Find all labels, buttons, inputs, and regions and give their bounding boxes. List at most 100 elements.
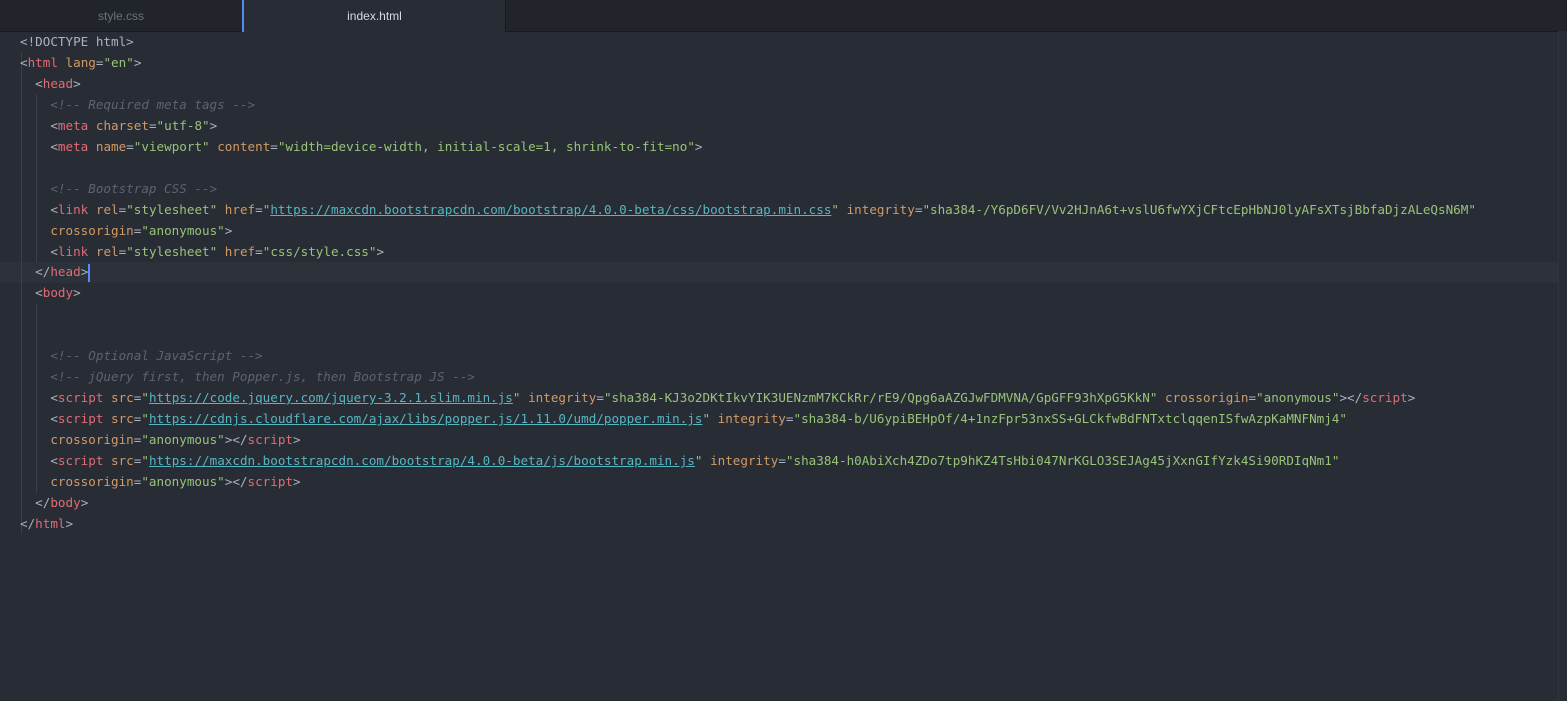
punctuation: > [1408, 390, 1416, 405]
attribute-value: " [831, 202, 839, 217]
punctuation: > [376, 244, 384, 259]
punctuation [88, 244, 96, 259]
attribute-name: href [225, 202, 255, 217]
punctuation [217, 202, 225, 217]
code-line[interactable]: <!-- jQuery first, then Popper.js, then … [20, 366, 475, 387]
punctuation [710, 411, 718, 426]
punctuation: > [66, 516, 74, 531]
vertical-scrollbar[interactable] [1558, 31, 1567, 701]
punctuation [103, 411, 111, 426]
attribute-value: "anonymous" [1256, 390, 1339, 405]
code-line[interactable]: <link rel="stylesheet" href="css/style.c… [20, 241, 384, 262]
tag-name: meta [58, 118, 88, 133]
code-line[interactable]: crossorigin="anonymous"></script> [20, 429, 301, 450]
url-link[interactable]: https://maxcdn.bootstrapcdn.com/bootstra… [149, 453, 695, 468]
tag-name: script [58, 390, 104, 405]
punctuation [88, 118, 96, 133]
tab-index-html[interactable]: index.html [242, 0, 506, 32]
punctuation [702, 453, 710, 468]
code-line[interactable]: crossorigin="anonymous"></script> [20, 471, 301, 492]
code-line[interactable]: <html lang="en"> [20, 52, 141, 73]
comment: <!-- Optional JavaScript --> [20, 348, 263, 363]
attribute-name: name [96, 139, 126, 154]
attribute-name: integrity [847, 202, 915, 217]
text-cursor [88, 264, 90, 282]
attribute-value: "anonymous" [141, 432, 224, 447]
punctuation: < [20, 55, 28, 70]
code-line[interactable]: <!-- Optional JavaScript --> [20, 345, 263, 366]
code-line[interactable]: <meta charset="utf-8"> [20, 115, 217, 136]
attribute-name: crossorigin [50, 432, 133, 447]
code-editor[interactable]: <!DOCTYPE html><html lang="en"> <head> <… [0, 31, 1567, 701]
punctuation [217, 244, 225, 259]
url-link[interactable]: https://maxcdn.bootstrapcdn.com/bootstra… [270, 202, 831, 217]
attribute-name: href [225, 244, 255, 259]
attribute-name: integrity [710, 453, 778, 468]
url-link[interactable]: https://code.jquery.com/jquery-3.2.1.sli… [149, 390, 513, 405]
punctuation: > [81, 495, 89, 510]
punctuation: < [20, 244, 58, 259]
punctuation: = [1248, 390, 1256, 405]
tab-bar: style.css index.html [0, 0, 1567, 32]
tag-name: head [43, 76, 73, 91]
tag-name: html [35, 516, 65, 531]
code-line[interactable]: </head> [20, 261, 90, 282]
punctuation [58, 55, 66, 70]
tag-name: body [50, 495, 80, 510]
code-line[interactable]: <meta name="viewport" content="width=dev… [20, 136, 703, 157]
code-line[interactable]: </body> [20, 492, 88, 513]
code-line[interactable]: <link rel="stylesheet" href="https://max… [20, 199, 1476, 220]
punctuation: > [210, 118, 218, 133]
tag-name: body [43, 285, 73, 300]
comment: <!-- jQuery first, then Popper.js, then … [20, 369, 475, 384]
attribute-name: src [111, 453, 134, 468]
punctuation [20, 432, 50, 447]
punctuation: > [293, 474, 301, 489]
punctuation: </ [20, 495, 50, 510]
code-line[interactable]: <!DOCTYPE html> [20, 31, 134, 52]
attribute-value: "width=device-width, initial-scale=1, sh… [278, 139, 695, 154]
punctuation: < [20, 202, 58, 217]
attribute-value: "en" [103, 55, 133, 70]
punctuation: > [695, 139, 703, 154]
code-line[interactable]: <!-- Required meta tags --> [20, 94, 255, 115]
attribute-value: "sha384-b/U6ypiBEHpOf/4+1nzFpr53nxSS+GLC… [793, 411, 1347, 426]
attribute-name: integrity [528, 390, 596, 405]
attribute-name: lang [66, 55, 96, 70]
tag-name: script [248, 432, 294, 447]
punctuation [20, 223, 50, 238]
attribute-value: "css/style.css" [263, 244, 377, 259]
code-line[interactable]: <script src="https://cdnjs.cloudflare.co… [20, 408, 1347, 429]
punctuation: < [20, 139, 58, 154]
attribute-value: " [702, 411, 710, 426]
code-line[interactable]: crossorigin="anonymous"> [20, 220, 232, 241]
punctuation: < [20, 453, 58, 468]
code-line[interactable]: <!-- Bootstrap CSS --> [20, 178, 217, 199]
code-line[interactable]: <script src="https://maxcdn.bootstrapcdn… [20, 450, 1339, 471]
code-line[interactable]: </html> [20, 513, 73, 534]
attribute-name: crossorigin [1165, 390, 1248, 405]
punctuation [839, 202, 847, 217]
attribute-name: rel [96, 202, 119, 217]
url-link[interactable]: https://cdnjs.cloudflare.com/ajax/libs/p… [149, 411, 703, 426]
code-line[interactable]: <head> [20, 73, 81, 94]
punctuation: < [20, 390, 58, 405]
punctuation [103, 453, 111, 468]
tag-name: script [1362, 390, 1408, 405]
punctuation: = [126, 139, 134, 154]
punctuation: = [255, 202, 263, 217]
tab-style-css[interactable]: style.css [0, 0, 242, 31]
punctuation [521, 390, 529, 405]
code-line[interactable]: <script src="https://code.jquery.com/jqu… [20, 387, 1415, 408]
code-line[interactable]: <body> [20, 282, 81, 303]
punctuation: ></ [1339, 390, 1362, 405]
attribute-value: "stylesheet" [126, 202, 217, 217]
punctuation: < [20, 118, 58, 133]
attribute-value: " [141, 390, 149, 405]
attribute-value: "anonymous" [141, 223, 224, 238]
punctuation: = [149, 118, 157, 133]
punctuation: > [225, 223, 233, 238]
attribute-name: integrity [718, 411, 786, 426]
attribute-value: "utf-8" [157, 118, 210, 133]
tag-name: script [58, 411, 104, 426]
